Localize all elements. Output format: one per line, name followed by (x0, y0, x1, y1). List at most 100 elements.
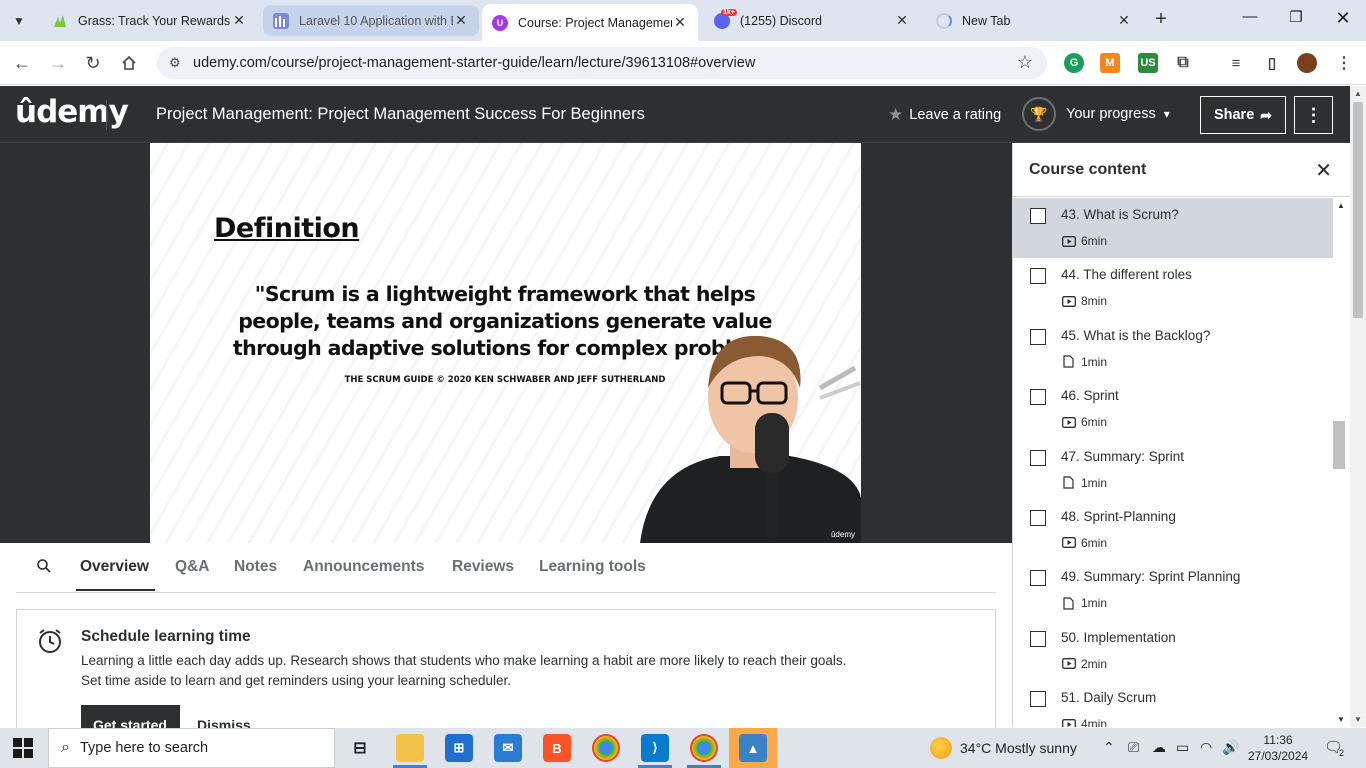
tab-search-chevron-icon[interactable]: ▼ (6, 8, 32, 34)
lecture-item[interactable]: 43. What is Scrum? 6min (1013, 198, 1333, 259)
scroll-down-icon[interactable]: ▼ (1354, 715, 1362, 724)
volume-icon[interactable]: 🔊 (1222, 739, 1239, 756)
vscode-icon[interactable]: ⟩ (641, 734, 669, 762)
tab-laravel[interactable]: Laravel 10 Application with E ✕ (263, 5, 479, 36)
tab-overview[interactable]: Overview (80, 558, 149, 576)
lecture-duration: 1min (1081, 596, 1108, 611)
battery-icon[interactable]: ▭ (1176, 739, 1189, 756)
brave-browser-icon[interactable]: B (543, 734, 571, 762)
lecture-checkbox[interactable] (1030, 691, 1046, 708)
back-arrow-icon[interactable]: ← (9, 50, 35, 76)
tab-new-tab[interactable]: New Tab ✕ (926, 5, 1142, 36)
tab-learning-tools[interactable]: Learning tools (539, 558, 646, 576)
lecture-item[interactable]: 49. Summary: Sprint Planning 1min (1013, 560, 1333, 620)
media-control-icon[interactable]: ≡ (1226, 53, 1246, 73)
tab-reviews[interactable]: Reviews (452, 558, 514, 576)
restore-icon[interactable]: ❐ (1273, 8, 1319, 32)
video-player[interactable]: Definition "Scrum is a lightweight frame… (0, 143, 1012, 543)
taskbar-search-box[interactable]: ⌕ Type here to search (48, 728, 335, 768)
vpn-extension-icon[interactable]: US (1138, 53, 1158, 73)
photos-icon[interactable]: ▲ (739, 734, 767, 762)
lecture-checkbox[interactable] (1030, 268, 1046, 285)
forward-arrow-icon[interactable]: → (45, 50, 71, 76)
scroll-up-icon[interactable]: ▲ (1337, 201, 1345, 210)
lecture-checkbox[interactable] (1030, 570, 1046, 587)
side-panel-icon[interactable]: ▯ (1262, 53, 1282, 73)
course-title[interactable]: Project Management: Project Management S… (156, 105, 645, 124)
sidebar-scroll-thumb[interactable] (1333, 421, 1345, 469)
file-explorer-icon[interactable] (396, 734, 424, 762)
bookmark-star-icon[interactable]: ☆ (1017, 52, 1033, 73)
share-button[interactable]: Share ➦ (1200, 96, 1286, 134)
tab-announcements[interactable]: Announcements (303, 558, 424, 576)
chrome-icon[interactable] (592, 734, 620, 762)
grammarly-icon[interactable]: G (1064, 53, 1084, 73)
lecture-item[interactable]: 50. Implementation 2min (1013, 621, 1333, 681)
lecture-checkbox[interactable] (1030, 208, 1046, 224)
reload-icon[interactable]: ↻ (80, 50, 106, 76)
close-tab-icon[interactable]: ✕ (453, 12, 469, 29)
your-progress-button[interactable]: 🏆 Your progress ▾ (1022, 97, 1170, 131)
tab-qa[interactable]: Q&A (175, 558, 209, 576)
close-tab-icon[interactable]: ✕ (1116, 12, 1132, 29)
star-icon: ★ (888, 105, 904, 124)
minimize-icon[interactable]: — (1227, 8, 1273, 32)
microsoft-store-icon[interactable]: ⊞ (445, 734, 473, 762)
scroll-up-icon[interactable]: ▲ (1354, 89, 1362, 98)
lecture-meta: 1min (1061, 596, 1107, 610)
weather-widget[interactable]: 34°C Mostly sunny (930, 737, 1077, 759)
chevron-up-icon[interactable]: ⌃ (1103, 739, 1115, 756)
leave-rating-button[interactable]: ★ Leave a rating (888, 105, 1001, 125)
home-icon[interactable] (116, 50, 142, 76)
lecture-checkbox[interactable] (1030, 389, 1046, 406)
close-icon[interactable]: ✕ (1315, 158, 1332, 183)
browser-menu-icon[interactable]: ⋮ (1334, 53, 1354, 73)
site-info-icon[interactable]: ⚙ (169, 55, 193, 71)
lecture-item[interactable]: 48. Sprint-Planning 6min (1013, 500, 1333, 560)
page-scrollbar[interactable]: ▲ ▼ (1350, 86, 1366, 727)
more-options-icon[interactable]: ⋮ (1294, 96, 1333, 134)
close-tab-icon[interactable]: ✕ (894, 12, 910, 29)
tab-udemy-course[interactable]: U Course: Project Managemen ✕ (482, 4, 698, 41)
lecture-item[interactable]: 51. Daily Scrum 4min (1013, 681, 1333, 727)
chrome-profile-icon[interactable] (690, 734, 718, 762)
discord-badge: 1k+ (721, 8, 737, 16)
extensions-puzzle-icon[interactable]: ⧉ (1173, 53, 1193, 73)
browser-tab-strip: ▼ Grass: Track Your Rewards ✕ Laravel 10… (0, 0, 1366, 41)
lecture-checkbox[interactable] (1030, 449, 1046, 466)
lecture-item[interactable]: 44. The different roles 8min (1013, 258, 1333, 318)
close-tab-icon[interactable]: ✕ (672, 14, 688, 31)
windows-start-icon[interactable] (13, 738, 33, 758)
udemy-logo[interactable]: ûdemy (15, 94, 129, 130)
clock[interactable]: 11:36 27/03/2024 (1248, 732, 1308, 764)
scroll-down-icon[interactable]: ▼ (1337, 715, 1345, 724)
window-close-icon[interactable]: ✕ (1320, 8, 1366, 32)
tab-grass[interactable]: Grass: Track Your Rewards ✕ (42, 5, 257, 36)
lecture-checkbox[interactable] (1030, 630, 1046, 647)
new-tab-plus-icon[interactable]: + (1150, 9, 1172, 31)
tab-discord[interactable]: 1k+ (1255) Discord ✕ (704, 5, 920, 36)
wifi-icon[interactable]: ◠ (1200, 739, 1212, 756)
lecture-checkbox[interactable] (1030, 509, 1046, 526)
tab-notes[interactable]: Notes (234, 558, 277, 576)
close-tab-icon[interactable]: ✕ (231, 12, 247, 29)
address-bar[interactable]: ⚙ udemy.com/course/project-management-st… (157, 47, 1047, 79)
lecture-duration: 4min (1081, 717, 1108, 727)
task-view-icon[interactable]: ⊟ (346, 734, 374, 762)
lecture-item[interactable]: 45. What is the Backlog? 1min (1013, 319, 1333, 379)
mail-icon[interactable]: ✉ (494, 734, 522, 762)
lecture-checkbox[interactable] (1030, 328, 1046, 345)
lecture-item[interactable]: 47. Summary: Sprint 1min (1013, 440, 1333, 500)
search-icon[interactable] (36, 558, 52, 579)
metamask-icon[interactable]: M (1100, 53, 1120, 73)
lecture-item[interactable]: 46. Sprint 6min (1013, 379, 1333, 439)
page-scroll-thumb[interactable] (1353, 102, 1363, 318)
document-icon (1061, 476, 1076, 489)
device-icon[interactable]: ⎚ (1128, 739, 1139, 756)
document-icon (1061, 355, 1076, 368)
profile-avatar[interactable] (1297, 53, 1317, 73)
onedrive-icon[interactable]: ☁ (1152, 739, 1166, 756)
lecture-title: 46. Sprint (1061, 388, 1119, 404)
notification-icon[interactable]: 🗨2 (1324, 738, 1348, 758)
loading-icon (936, 12, 952, 29)
